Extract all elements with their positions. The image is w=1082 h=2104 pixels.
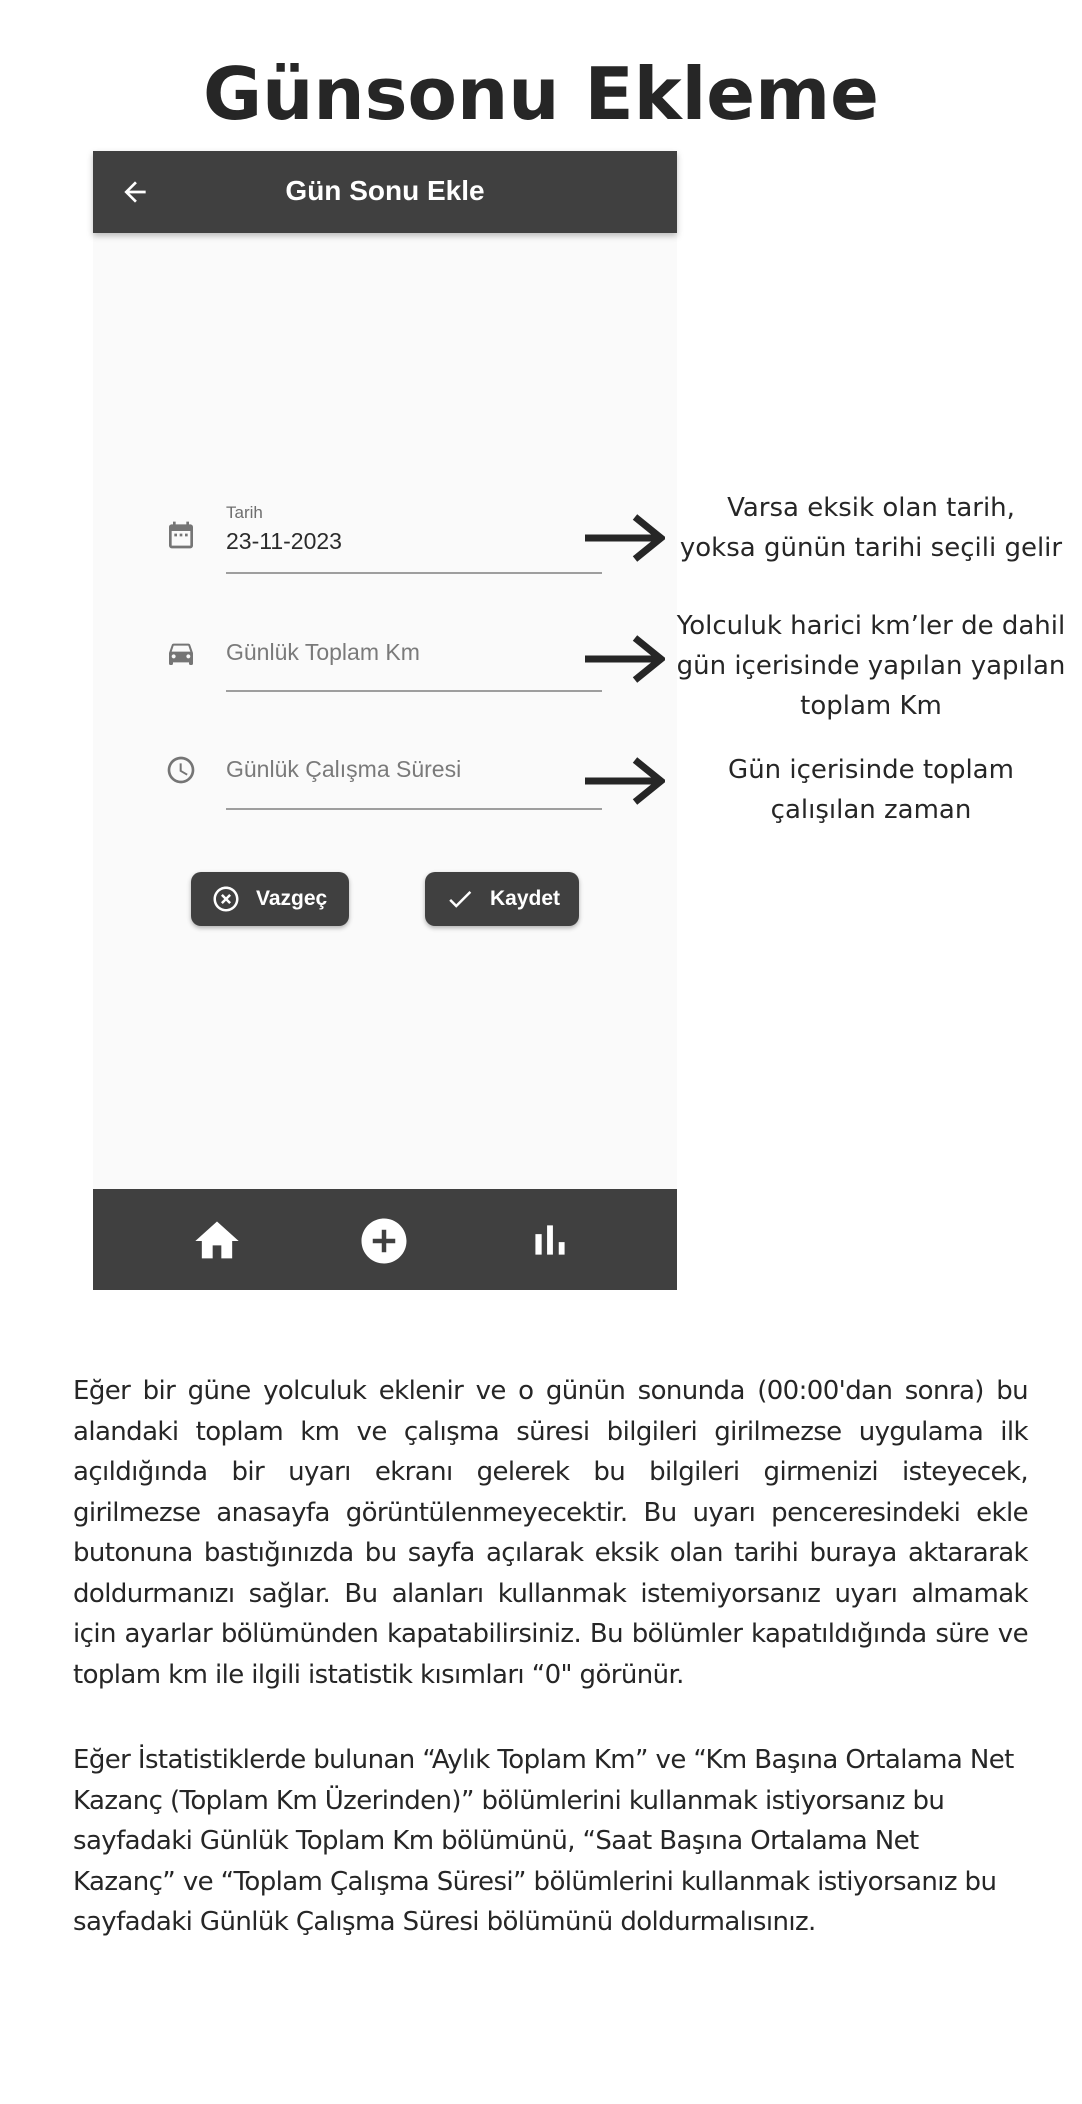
km-input[interactable]: Günlük Toplam Km (226, 639, 420, 666)
cancel-circle-icon (213, 886, 239, 912)
check-icon (449, 890, 472, 908)
add-circle-icon[interactable] (357, 1214, 411, 1268)
arrow-right-icon (585, 635, 665, 683)
date-label: Tarih (226, 503, 263, 522)
duration-annotation: Gün içerisinde toplam çalışılan zaman (728, 755, 1014, 825)
app-bar-title: Gün Sonu Ekle (285, 175, 485, 206)
page-title: Günsonu Ekleme (203, 52, 879, 136)
app-bar: Gün Sonu Ekle (93, 151, 677, 233)
explanation-paragraph: Eğer bir güne yolculuk eklenir ve o günü… (73, 1376, 1029, 1690)
duration-field[interactable]: Günlük Çalışma Süresi (165, 752, 605, 822)
cancel-button[interactable]: Vazgeç (191, 872, 349, 926)
bottom-navigation (93, 1189, 677, 1290)
duration-input[interactable]: Günlük Çalışma Süresi (226, 756, 461, 783)
km-underline (226, 690, 602, 692)
save-button[interactable]: Kaydet (425, 872, 579, 926)
km-field[interactable]: Günlük Toplam Km (165, 635, 605, 705)
date-field[interactable]: Tarih 23-11-2023 (165, 503, 605, 583)
km-annotation: Yolculuk harici km’ler de dahil gün içer… (676, 611, 1066, 721)
duration-underline (226, 808, 602, 810)
cancel-button-label: Vazgeç (256, 887, 328, 910)
car-icon (169, 643, 193, 665)
save-button-label: Kaydet (490, 887, 561, 910)
date-annotation: Varsa eksik olan tarih, yoksa günün tari… (679, 493, 1063, 563)
phone-screen: Gün Sonu Ekle Tarih 23-11-2023 Günlük To… (93, 151, 677, 1290)
home-icon[interactable] (191, 1215, 243, 1267)
bar-chart-icon[interactable] (525, 1215, 575, 1265)
calendar-icon (169, 521, 193, 549)
explanation-paragraph: Eğer İstatistiklerde bulunan “Aylık Topl… (73, 1745, 1014, 1937)
clock-icon (167, 756, 195, 784)
arrow-right-icon (585, 757, 665, 805)
date-underline (226, 572, 602, 574)
arrow-right-icon (585, 514, 665, 562)
date-value[interactable]: 23-11-2023 (226, 528, 342, 555)
